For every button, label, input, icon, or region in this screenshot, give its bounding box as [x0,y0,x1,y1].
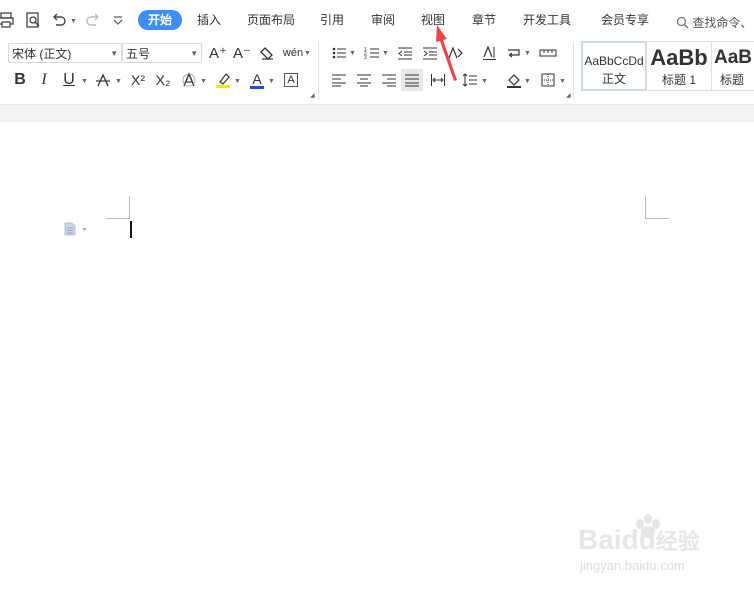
text-effect-icon[interactable] [178,69,200,91]
subscript-button[interactable]: X₂ [152,69,174,91]
clear-format-icon[interactable] [256,42,278,64]
chevron-down-icon[interactable]: ▼ [382,50,389,57]
chevron-down-icon[interactable]: ▼ [559,78,566,85]
ruler-icon[interactable] [537,42,559,64]
italic-button[interactable]: I [33,69,55,91]
chevron-down-icon[interactable]: ▼ [234,78,241,85]
line-break-icon[interactable] [503,42,525,64]
bullet-list-icon[interactable] [328,42,350,64]
watermark-suffix: 经验 [655,529,700,554]
group-divider [318,42,319,100]
font-name-select[interactable]: 宋体 (正文) ▼ [8,43,122,63]
style-name: 标题 1 [661,73,696,87]
tab-references[interactable]: 引用 [320,12,344,28]
baidu-watermark: Baidu经验 jingyan.baidu.com [578,514,748,578]
highlight-icon[interactable] [212,69,234,91]
numbered-list-icon[interactable]: 123 [361,42,383,64]
font-size-value: 五号 [126,47,151,61]
tab-member[interactable]: 会员专享 [601,12,649,28]
paragraph-icon[interactable] [64,222,88,241]
chevron-down-icon[interactable]: ▼ [524,78,531,85]
text-direction-icon[interactable] [478,42,500,64]
annotation-arrow-icon [430,22,464,84]
margin-mark-top-right [645,196,646,218]
grow-font-button[interactable]: A⁺ [207,42,229,64]
style-name: 正文 [601,72,626,86]
tab-insert[interactable]: 插入 [197,12,221,28]
tab-bar: ▼ 开始 插入 页面布局 引用 审阅 视图 章节 开发工具 会员专享 查找命令、 [0,6,754,36]
justify-icon[interactable] [401,69,423,91]
chevron-down-icon[interactable]: ▼ [524,50,531,57]
chevron-down-icon[interactable]: ▼ [81,78,88,85]
ribbon: ▼ 开始 插入 页面布局 引用 审阅 视图 章节 开发工具 会员专享 查找命令、… [0,0,754,104]
style-preview: AaBbCcDd [584,54,644,68]
tab-page-layout[interactable]: 页面布局 [247,12,295,28]
search-icon [676,16,689,32]
chevron-down-icon[interactable]: ▼ [200,78,207,85]
tab-developer[interactable]: 开发工具 [523,12,571,28]
style-preview: AaBb [650,45,708,70]
chevron-down-icon[interactable]: ▼ [481,78,488,85]
ribbon-document-gap [0,104,754,123]
group-divider [573,42,574,100]
font-settings-launcher[interactable]: ◢ [310,92,315,99]
font-color-swatch [250,85,264,89]
chevron-down-icon[interactable]: ▼ [349,50,356,57]
chevron-down-icon[interactable]: ▼ [115,78,122,85]
styles-gallery: AaBbCcDd 正文 AaBb 标题 1 AaB 标题 [580,41,754,93]
superscript-button[interactable]: X² [127,69,149,91]
borders-icon[interactable] [537,69,559,91]
shrink-font-button[interactable]: A⁻ [231,42,253,64]
watermark-url: jingyan.baidu.com [580,558,685,573]
align-left-icon[interactable] [328,69,350,91]
strikethrough-icon[interactable] [92,69,114,91]
shading-icon[interactable] [503,69,525,91]
command-search[interactable]: 查找命令、 [676,14,752,32]
phonetic-guide-button[interactable]: wén [282,42,304,64]
chevron-down-icon: ▼ [110,49,118,58]
char-border-button[interactable]: A [280,69,302,91]
undo-dropdown-icon[interactable]: ▼ [70,18,77,25]
style-heading-1[interactable]: AaBb 标题 1 [646,41,712,91]
margin-mark-top-left [129,196,130,218]
more-icon[interactable] [108,10,128,30]
margin-mark-top-left [106,218,130,219]
bold-button[interactable]: B [9,69,31,91]
tab-section[interactable]: 章节 [472,12,496,28]
chevron-down-icon[interactable]: ▼ [304,50,311,57]
style-normal[interactable]: AaBbCcDd 正文 [581,41,647,91]
chevron-down-icon: ▼ [190,49,198,58]
svg-text:3: 3 [364,55,367,61]
style-heading[interactable]: AaB 标题 [711,41,754,91]
print-icon[interactable] [0,10,16,30]
redo-icon[interactable] [83,10,103,30]
char-border-label: A [284,73,298,87]
font-color-button[interactable]: A [246,69,268,91]
tab-review[interactable]: 审阅 [371,12,395,28]
decrease-indent-icon[interactable] [394,42,416,64]
underline-button[interactable]: U [58,69,80,91]
style-name: 标题 [720,73,745,87]
align-center-icon[interactable] [353,69,375,91]
font-color-label: A [252,70,262,87]
watermark-brand: Baidu [578,524,656,555]
font-size-select[interactable]: 五号 ▼ [122,43,202,63]
font-name-value: 宋体 (正文) [12,47,72,61]
style-preview: AaB [714,47,753,68]
print-preview-icon[interactable] [23,10,43,30]
paragraph-settings-launcher[interactable]: ◢ [566,92,571,99]
undo-icon[interactable] [49,10,69,30]
tab-home[interactable]: 开始 [138,10,183,30]
text-cursor [130,221,132,238]
search-label: 查找命令、 [692,16,753,30]
chevron-down-icon[interactable]: ▼ [268,78,275,85]
align-right-icon[interactable] [378,69,400,91]
margin-mark-top-right [645,218,669,219]
